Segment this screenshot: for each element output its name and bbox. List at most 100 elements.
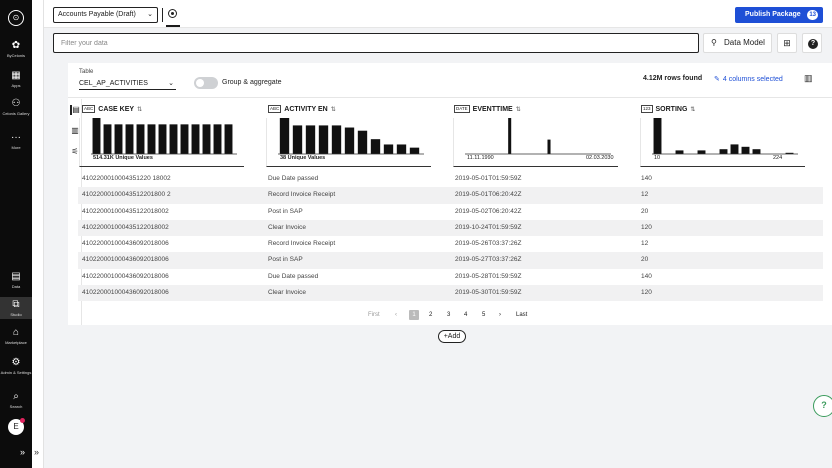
main-sidebar: ⊙ ✿ ByCelonis ▦ Apps ⚇ Celonis Gallery ··· More…	[0, 0, 32, 468]
main-area: Accounts Payable (Draft) ⌄ Publish Packa…	[44, 0, 832, 468]
histogram-bar	[136, 124, 145, 154]
column-name: ACTIVITY EN	[284, 105, 328, 113]
column-name: SORTING	[655, 105, 688, 113]
table-view-icon[interactable]: ▤	[70, 105, 80, 115]
divider	[68, 97, 832, 98]
table-cell: Clear Invoice	[268, 289, 306, 297]
histogram-bar	[547, 139, 551, 154]
more-icon: ···	[11, 132, 21, 143]
table-cell: 410220001000436092018006	[82, 240, 169, 248]
histogram-bar	[730, 144, 739, 154]
publish-label: Publish Package	[745, 11, 801, 18]
data-model-button[interactable]: ⚲ Data Model	[703, 33, 772, 53]
tree-view-button[interactable]: ⊞	[777, 33, 797, 53]
celonis-logo-icon[interactable]: ⊙	[8, 10, 24, 26]
histogram-bar	[508, 118, 512, 154]
sidebar-item-search[interactable]: ⌕ Search	[0, 389, 32, 411]
bycelonis-icon: ✿	[11, 40, 21, 51]
table-row[interactable]: 410220001000436092018006 Due Date passed 2…	[78, 269, 823, 285]
pager-page-1[interactable]: 1	[409, 310, 419, 320]
pager-page-5[interactable]: 5	[482, 310, 485, 320]
chart-settings-icon[interactable]: ▥	[804, 72, 816, 84]
table-cell: Post in SAP	[268, 256, 303, 264]
package-select[interactable]: Accounts Payable (Draft) ⌄	[53, 7, 158, 23]
publish-package-button[interactable]: Publish Package 13	[735, 7, 823, 23]
sort-icon[interactable]: ⇅	[516, 107, 521, 113]
add-button[interactable]: +Add	[438, 330, 466, 343]
rows-found-count: 4.12M rows found	[643, 75, 703, 82]
pager-prev[interactable]: ‹	[395, 310, 397, 320]
column-type-badge: 123	[641, 105, 653, 113]
filter-input[interactable]	[53, 33, 699, 53]
group-aggregate-toggle[interactable]	[194, 77, 218, 89]
column-name: CASE KEY	[98, 105, 135, 113]
table-cell: 2019-05-27T03:37:26Z	[455, 256, 522, 264]
table-select[interactable]: CEL_AP_ACTIVITIES ⌄	[79, 78, 176, 90]
table-cell: Due Date passed	[268, 175, 319, 182]
admin-icon: ⚙	[11, 357, 21, 368]
sort-icon[interactable]: ⇅	[690, 107, 695, 113]
sidebar-item-label: ByCelonis	[6, 53, 25, 58]
sidebar-item-label: More	[11, 145, 21, 150]
eye-icon[interactable]	[168, 9, 177, 18]
sidebar-item-bycelonis[interactable]: ✿ ByCelonis	[0, 38, 32, 60]
histogram-label-left: 38 Unique Values	[280, 155, 326, 161]
sidebar-item-more[interactable]: ··· More	[0, 130, 32, 152]
histogram-label-left: 514.31K Unique Values	[93, 155, 153, 161]
histogram-bar	[202, 124, 211, 154]
top-bar: Accounts Payable (Draft) ⌄ Publish Packa…	[44, 0, 832, 28]
table-row[interactable]: 410220001000436092018006 Clear Invoice 201…	[78, 285, 823, 302]
table-row[interactable]: 41022000100043512201800 2 Record Invoice …	[78, 187, 823, 204]
sidebar-item-label: Admin & Settings	[0, 370, 32, 375]
sort-icon[interactable]: ⇅	[331, 107, 336, 113]
sidebar-item-label: Celonis Gallery	[2, 111, 30, 116]
sidebar-item-label: Studio	[10, 312, 22, 317]
histogram-bar	[396, 144, 407, 154]
table-cell: 2019-05-26T03:37:26Z	[455, 240, 522, 248]
pager-first[interactable]: First	[368, 310, 380, 320]
column-header[interactable]: ABC ACTIVITY EN ⇅	[268, 105, 336, 116]
sidebar-item-apps[interactable]: ▦ Apps	[0, 68, 32, 90]
table-row[interactable]: 410220001000435122018002 Clear Invoice 201…	[78, 219, 823, 237]
sort-icon[interactable]: ⇅	[137, 107, 142, 113]
column-header[interactable]: ABC CASE KEY ⇅	[82, 105, 142, 116]
sidebar-item-data[interactable]: ▤ Data	[0, 269, 32, 291]
histogram-bar	[213, 124, 222, 154]
table-cell: 12	[641, 191, 649, 199]
sidebar-item-marketplace[interactable]: ⌂ Marketplace	[0, 325, 32, 347]
pager-next[interactable]: ›	[499, 310, 501, 320]
histogram-bar	[125, 124, 134, 154]
histogram-bar	[357, 130, 368, 154]
pager-page-3[interactable]: 3	[447, 310, 450, 320]
columns-selected-link[interactable]: ✎ 4 columns selected	[714, 75, 783, 83]
gallery-icon: ⚇	[11, 98, 21, 109]
table-cell: Record Invoice Receipt	[268, 191, 336, 199]
table-row[interactable]: 410220001000435122018002 Post in SAP 2019-…	[78, 204, 823, 220]
sidebar-item-admin[interactable]: ⚙ Admin & Settings	[0, 355, 32, 377]
help-button[interactable]: ?	[802, 33, 822, 53]
histogram-bar	[114, 124, 123, 154]
table-cell: 410220001000435122018002	[82, 223, 169, 231]
help-fab-button[interactable]: ?	[813, 395, 832, 417]
expand-sidebar-icon[interactable]: »	[20, 447, 25, 457]
pager-page-4[interactable]: 4	[464, 310, 467, 320]
histogram-bar	[752, 149, 761, 154]
table-cell: 2019-05-01T01:59:59Z	[455, 175, 522, 182]
package-select-label: Accounts Payable (Draft)	[58, 11, 136, 18]
table-row[interactable]: 410220001000436092018006 Record Invoice R…	[78, 236, 823, 252]
expand-panel-icon[interactable]: »	[34, 447, 39, 457]
pager-last[interactable]: Last	[516, 310, 527, 320]
pager-page-2[interactable]: 2	[429, 310, 432, 320]
sidebar-item-studio[interactable]: ⧉ Studio	[0, 297, 32, 319]
column-header[interactable]: 123 SORTING ⇅	[641, 105, 695, 116]
sidebar-item-gallery[interactable]: ⚇ Celonis Gallery	[0, 96, 32, 118]
secondary-panel: »	[32, 0, 44, 468]
histogram-bar	[158, 124, 167, 154]
column-header[interactable]: DATE EVENTTIME ⇅	[454, 105, 521, 116]
table-row[interactable]: 4102200010004351220 18002 Due Date passed…	[78, 171, 823, 187]
active-tab-indicator	[166, 25, 180, 27]
histogram-bar	[331, 125, 342, 154]
table-row[interactable]: 410220001000436092018006 Post in SAP 2019-…	[78, 252, 823, 269]
table-cell: 140	[641, 175, 652, 182]
table-cell: 12	[641, 240, 649, 248]
